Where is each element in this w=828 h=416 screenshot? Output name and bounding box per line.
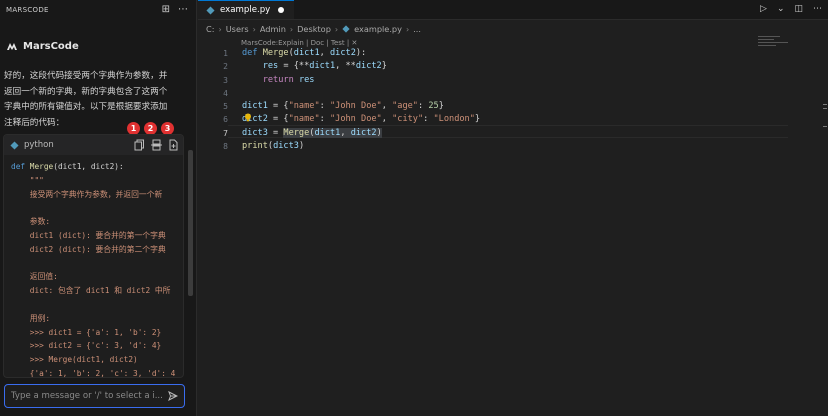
tab-bar: example.py ▷ ⌄ ◫ ⋯ — [198, 0, 828, 20]
code-line: print(dict3) — [242, 141, 305, 152]
code-line: dict3 = Merge(dict1, dict2) — [242, 127, 382, 138]
code-line: >>> dict1 = {'a': 1, 'b': 2} — [11, 327, 162, 337]
code-line: dict2 = {"name": "John Doe", "city": "Lo… — [242, 114, 481, 125]
code-card-header: python — [4, 135, 183, 155]
new-file-icon[interactable] — [168, 139, 179, 151]
brand: MarsCode — [6, 40, 79, 52]
chevron-right-icon: › — [289, 24, 294, 34]
run-icon[interactable]: ▷ — [760, 4, 767, 14]
code-line: def Merge(dict1, dict2): — [11, 162, 124, 171]
more-icon[interactable]: ⋯ — [178, 5, 188, 15]
python-icon — [206, 5, 215, 15]
codelens[interactable]: MarsCode:Explain | Doc | Test | ✕ — [241, 39, 357, 47]
tab-label: example.py — [220, 5, 271, 15]
chevron-right-icon: › — [252, 24, 256, 34]
code-line: dict1 = {"name": "John Doe", "age": 25} — [242, 101, 444, 112]
code-lines[interactable]: def Merge(dict1, dict2): res = {**dict1,… — [242, 47, 480, 153]
marscode-logo-icon — [7, 43, 17, 50]
chevron-right-icon: › — [405, 24, 410, 34]
message-line: 返回一个新的字典，新的字典包含了这两个 — [4, 86, 168, 97]
chevron-right-icon: › — [334, 24, 339, 34]
chevron-down-icon[interactable]: ⌄ — [777, 4, 785, 14]
line-number: 7 — [223, 128, 228, 138]
brand-name: MarsCode — [23, 40, 79, 52]
editor-scrollbar[interactable] — [820, 20, 828, 416]
message-box — [4, 384, 185, 408]
editor-actions: ▷ ⌄ ◫ ⋯ — [760, 4, 822, 14]
line-number: 8 — [223, 142, 228, 152]
breadcrumb-item[interactable]: Users — [226, 24, 249, 34]
lightbulb-icon[interactable] — [244, 113, 252, 122]
code-line: >>> Merge(dict1, dict2) — [11, 355, 138, 365]
line-number: 6 — [223, 115, 228, 125]
line-number: 4 — [223, 88, 228, 98]
breadcrumb-item[interactable]: Admin — [260, 24, 286, 34]
line-number: 1 — [223, 49, 228, 58]
code-line: 参数: — [11, 217, 51, 227]
code-card: python def Merge(dict1, dict2): """ 接受两个… — [3, 134, 184, 378]
sidebar-scrollbar[interactable] — [188, 150, 193, 296]
code-line: """ — [11, 175, 44, 185]
code-line: {'a': 1, 'b': 2, 'c': 3, 'd': 4 — [11, 368, 176, 378]
line-number: 5 — [223, 102, 228, 112]
line-number: 2 — [223, 62, 228, 72]
chevron-right-icon: › — [218, 24, 222, 34]
code-line: dict1 (dict): 要合并的第一个字典 — [11, 230, 166, 240]
code-line: 返回值: — [11, 272, 58, 282]
sidebar-header: MARSCODE ⊞ ⋯ — [0, 0, 196, 20]
send-icon[interactable] — [168, 391, 178, 401]
message-line: 字典中的所有键值对。以下是根据要求添加 — [4, 102, 168, 112]
code-line: >>> dict2 = {'c': 3, 'd': 4} — [11, 341, 162, 351]
code-line: res = {**dict1, **dict2} — [262, 61, 387, 72]
code-line: 用例: — [11, 313, 51, 323]
breadcrumb-item[interactable]: C: — [206, 24, 214, 34]
minimap[interactable] — [758, 36, 798, 52]
marscode-sidebar: MARSCODE ⊞ ⋯ MarsCode 好的，这段代码接受两个字典作为参数，… — [0, 0, 197, 416]
code-language: python — [24, 140, 54, 150]
code-actions — [134, 139, 179, 151]
code-line: def Merge(dict1, dict2): — [242, 48, 367, 58]
python-icon — [342, 25, 350, 33]
sidebar-title: MARSCODE — [6, 6, 49, 14]
sidebar-actions: ⊞ ⋯ — [162, 5, 188, 15]
tab-example-py[interactable]: example.py — [198, 0, 295, 19]
code-snippet: def Merge(dict1, dict2): """ 接受两个字典作为参数，… — [4, 155, 183, 378]
split-editor-icon[interactable]: ◫ — [794, 4, 803, 14]
more-icon[interactable]: ⋯ — [813, 4, 822, 14]
code-line: 接受两个字典作为参数，并返回一个新 — [11, 189, 163, 199]
line-numbers: 1 2 3 4 5 6 7 8 — [198, 47, 228, 153]
breadcrumb-item[interactable]: ... — [413, 24, 421, 34]
breadcrumb-item[interactable]: example.py — [354, 24, 402, 34]
unsaved-dot-icon[interactable] — [278, 7, 285, 13]
line-number: 3 — [223, 75, 228, 85]
breadcrumb-item[interactable]: Desktop — [297, 24, 331, 34]
python-icon — [10, 140, 19, 150]
message-input[interactable] — [11, 391, 168, 401]
code-line: return res — [262, 74, 315, 85]
assistant-message: 好的，这段代码接受两个字典作为参数，并 返回一个新的字典，新的字典包含了这两个 … — [4, 69, 180, 131]
breadcrumb: C: › Users › Admin › Desktop › example.p… — [198, 20, 828, 38]
code-line: dict: 包含了 dict1 和 dict2 中所 — [11, 286, 171, 296]
message-line: 好的，这段代码接受两个字典作为参数，并 — [4, 71, 168, 81]
code-line: dict2 (dict): 要合并的第二个字典 — [11, 244, 166, 254]
copy-icon[interactable] — [134, 139, 145, 151]
insert-icon[interactable] — [151, 139, 162, 151]
code-editor: example.py ▷ ⌄ ◫ ⋯ C: › Users › Admin › … — [198, 0, 828, 416]
plus-square-icon[interactable]: ⊞ — [162, 5, 170, 15]
